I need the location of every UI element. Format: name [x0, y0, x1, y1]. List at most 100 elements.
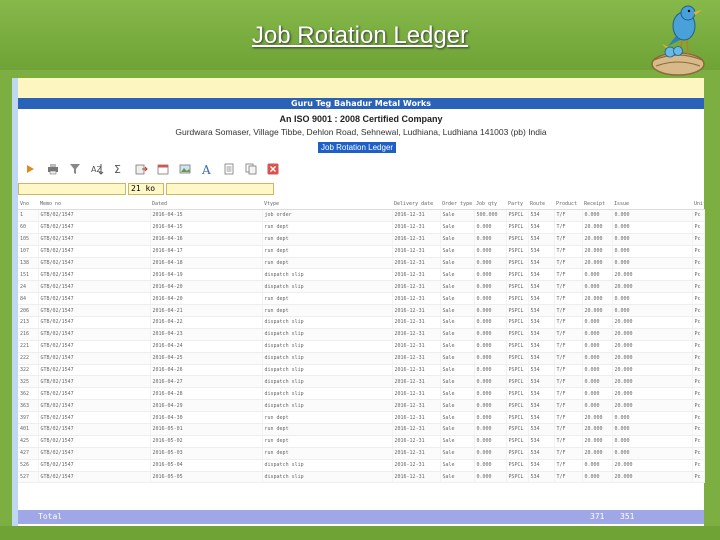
table-row[interactable]: 107 GTB/02/1547 2016-04-17 run dept 2016-12-…: [18, 245, 705, 258]
refresh-icon[interactable]: [22, 160, 40, 178]
table-cell: GTB/02/1547: [38, 387, 151, 401]
table-cell: job order: [262, 209, 393, 222]
table-cell: 534: [528, 387, 555, 401]
table-cell: 20.000: [612, 399, 693, 413]
column-header[interactable]: Unit: [692, 198, 704, 210]
table-cell: PSPCL: [506, 423, 529, 436]
table-row[interactable]: 206 GTB/02/1547 2016-04-21 run dept 2016-12-…: [18, 304, 705, 318]
document-icon[interactable]: [220, 160, 238, 178]
table-cell: 362: [18, 387, 39, 401]
table-cell: dispatch slip: [262, 316, 393, 329]
column-header[interactable]: Delivery date: [392, 198, 440, 210]
table-cell: PSPCL: [506, 328, 529, 341]
table-cell: 534: [528, 471, 555, 484]
table-cell: 0.000: [582, 209, 613, 222]
table-cell: T/F: [554, 316, 583, 329]
sum-icon[interactable]: Σ: [110, 160, 128, 178]
column-header[interactable]: Job qty: [474, 198, 506, 210]
table-row[interactable]: 322 GTB/02/1547 2016-04-26 dispatch slip 201…: [18, 364, 705, 377]
table-cell: Pc: [692, 352, 705, 365]
table-cell: PSPCL: [506, 257, 529, 270]
table-cell: 0.000: [582, 316, 613, 329]
table-cell: 213: [18, 316, 39, 329]
table-row[interactable]: 401 GTB/02/1547 2016-05-01 run dept 2016-12-…: [18, 423, 705, 436]
ledger-table: Vno Memo no Dated Vtype Delivery date Order t…: [18, 198, 705, 484]
column-header[interactable]: Receipt: [582, 198, 612, 210]
table-cell: PSPCL: [506, 435, 529, 448]
table-header-row: Vno Memo no Dated Vtype Delivery date Order t…: [18, 198, 704, 210]
table-cell: PSPCL: [506, 447, 529, 460]
calendar-icon[interactable]: [154, 160, 172, 178]
column-header[interactable]: Vno: [18, 198, 38, 210]
table-row[interactable]: 138 GTB/02/1547 2016-04-18 run dept 2016-12-…: [18, 257, 705, 270]
column-header[interactable]: Vtype: [262, 198, 392, 210]
table-cell: 2016-12-31: [392, 316, 441, 329]
table-row[interactable]: 397 GTB/02/1547 2016-04-30 run dept 2016-12-…: [18, 411, 705, 425]
table-row[interactable]: 425 GTB/02/1547 2016-05-02 run dept 2016-12-…: [18, 435, 705, 448]
table-cell: PSPCL: [506, 375, 529, 389]
table-cell: 2016-12-31: [392, 221, 441, 234]
column-header[interactable]: Route: [528, 198, 554, 210]
table-row[interactable]: 427 GTB/02/1547 2016-05-03 run dept 2016-12-…: [18, 447, 705, 460]
table-row[interactable]: 325 GTB/02/1547 2016-04-27 dispatch slip 201…: [18, 375, 705, 389]
filter-icon[interactable]: [66, 160, 84, 178]
table-row[interactable]: 362 GTB/02/1547 2016-04-28 dispatch slip 201…: [18, 387, 705, 401]
table-row[interactable]: 105 GTB/02/1547 2016-04-16 run dept 2016-12-…: [18, 233, 705, 246]
table-cell: 20.000: [612, 364, 693, 377]
column-header[interactable]: Dated: [150, 198, 262, 210]
table-cell: 2016-12-31: [392, 233, 441, 246]
table-row[interactable]: 222 GTB/02/1547 2016-04-25 dispatch slip 201…: [18, 352, 705, 365]
table-row[interactable]: 526 GTB/02/1547 2016-05-04 dispatch slip 201…: [18, 459, 705, 472]
table-cell: GTB/02/1547: [38, 447, 151, 460]
table-cell: T/F: [554, 471, 583, 484]
table-cell: 534: [528, 364, 555, 377]
table-row[interactable]: 527 GTB/02/1547 2016-05-05 dispatch slip 201…: [18, 471, 705, 484]
table-cell: 2016-12-31: [392, 399, 441, 413]
table-cell: Sale: [440, 447, 475, 460]
table-cell: PSPCL: [506, 364, 529, 377]
iso-certification: An ISO 9001 : 2008 Certified Company: [279, 114, 443, 124]
table-cell: 0.000: [582, 459, 613, 472]
table-cell: Pc: [692, 340, 705, 353]
column-header[interactable]: Memo no: [38, 198, 150, 210]
table-cell: 206: [18, 304, 39, 318]
filter-memo-input[interactable]: [18, 183, 126, 195]
column-header[interactable]: Issue: [612, 198, 692, 210]
table-row[interactable]: 213 GTB/02/1547 2016-04-22 dispatch slip 201…: [18, 316, 705, 329]
table-row[interactable]: 151 GTB/02/1547 2016-04-19 dispatch slip 201…: [18, 268, 705, 282]
filter-date-input[interactable]: [166, 183, 274, 195]
image-icon[interactable]: [176, 160, 194, 178]
table-cell: 20.000: [612, 375, 693, 389]
table-cell: dispatch slip: [262, 340, 393, 353]
table-cell: 60: [18, 221, 39, 234]
column-header[interactable]: Product: [554, 198, 582, 210]
table-cell: 20.000: [582, 221, 613, 234]
table-row[interactable]: 24 GTB/02/1547 2016-04-20 dispatch slip 2016…: [18, 280, 705, 294]
table-cell: 2016-05-02: [150, 435, 263, 448]
close-icon[interactable]: [264, 160, 282, 178]
table-cell: 0.000: [474, 352, 507, 365]
table-cell: 20.000: [612, 471, 693, 484]
filter-select[interactable]: 21 ko: [128, 183, 164, 195]
table-row[interactable]: 1 GTB/02/1547 2016-04-15 job order 2016-12-3…: [18, 209, 705, 222]
sort-icon[interactable]: AZ: [88, 160, 106, 178]
table-cell: 2016-12-31: [392, 435, 441, 448]
table-row[interactable]: 84 GTB/02/1547 2016-04-20 run dept 2016-12-3…: [18, 292, 705, 306]
table-cell: dispatch slip: [262, 352, 393, 365]
copy-icon[interactable]: [242, 160, 260, 178]
table-cell: 0.000: [474, 459, 507, 472]
table-cell: 20.000: [612, 340, 693, 353]
table-row[interactable]: 216 GTB/02/1547 2016-04-23 dispatch slip 201…: [18, 328, 705, 341]
table-row[interactable]: 60 GTB/02/1547 2016-04-15 run dept 2016-12-3…: [18, 221, 705, 234]
report-toolbar: AZ Σ A: [18, 158, 704, 180]
table-cell: GTB/02/1547: [38, 316, 151, 329]
export-icon[interactable]: [132, 160, 150, 178]
print-icon[interactable]: [44, 160, 62, 178]
table-row[interactable]: 221 GTB/02/1547 2016-04-24 dispatch slip 201…: [18, 340, 705, 353]
column-header[interactable]: Party: [506, 198, 528, 210]
text-icon[interactable]: A: [198, 160, 216, 178]
table-cell: Pc: [692, 399, 705, 413]
column-header[interactable]: Order type: [440, 198, 474, 210]
table-cell: GTB/02/1547: [38, 399, 151, 413]
table-row[interactable]: 363 GTB/02/1547 2016-04-29 dispatch slip 201…: [18, 399, 705, 413]
